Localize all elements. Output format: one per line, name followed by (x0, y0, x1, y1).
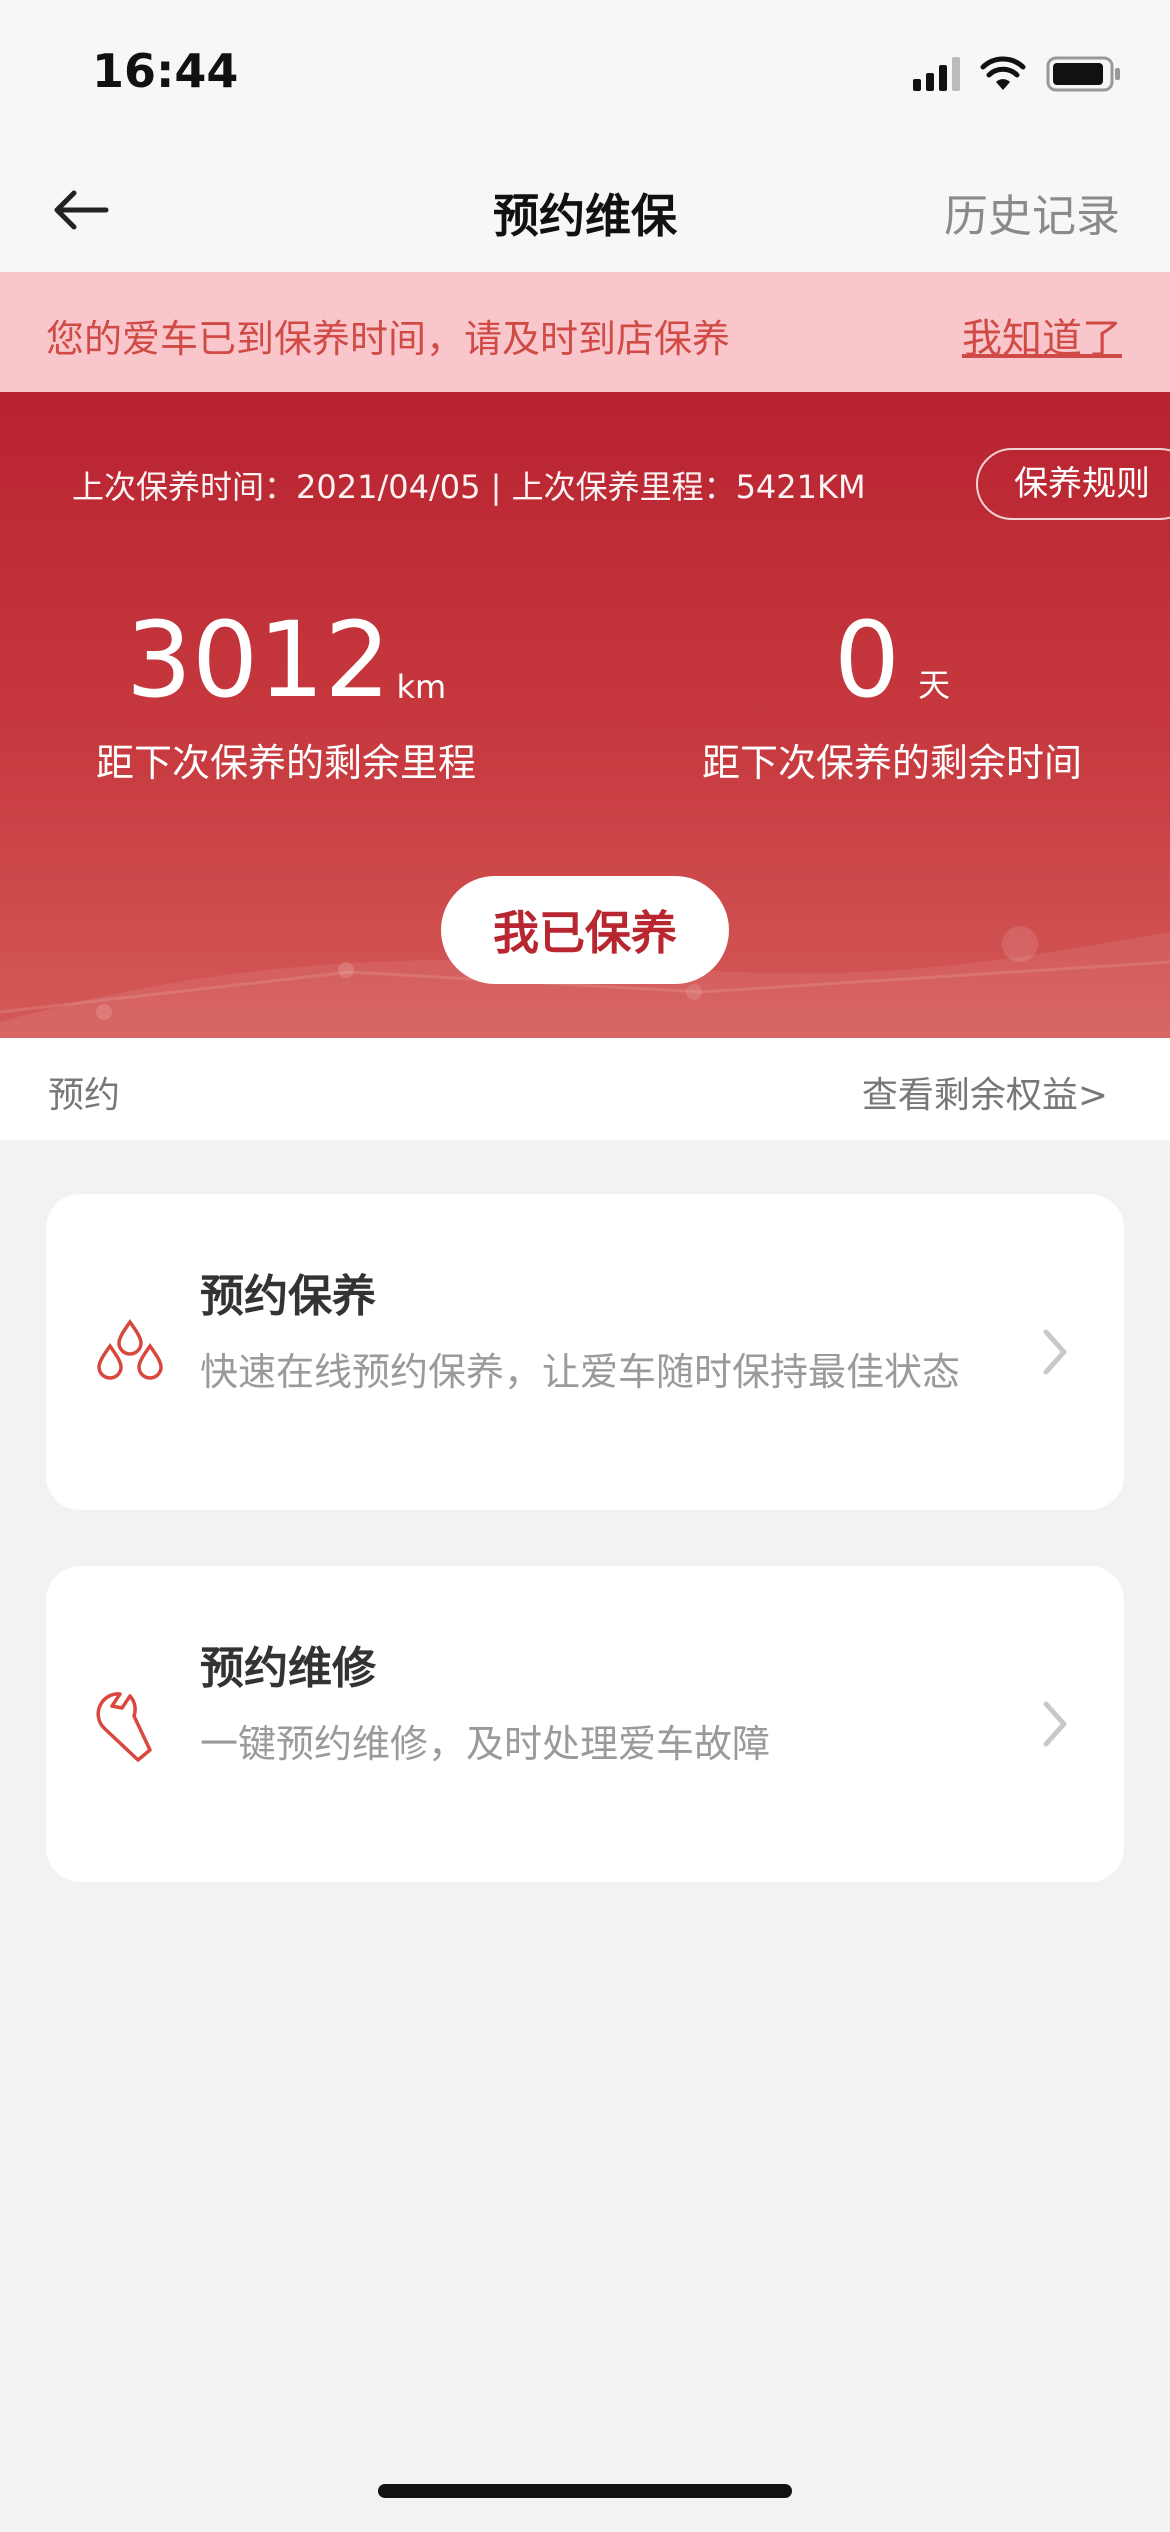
booking-section-header: 预约 查看剩余权益> (0, 1038, 1170, 1140)
remaining-mileage-label: 距下次保养的剩余里程 (95, 741, 476, 785)
battery-icon (1046, 56, 1120, 92)
maintenance-summary-panel: 上次保养时间：2021/04/05 | 上次保养里程：5421KM 保养规则 3… (0, 392, 1170, 1038)
chevron-right-icon (1043, 1701, 1067, 1747)
alert-message: 您的爱车已到保养时间，请及时到店保养 (46, 317, 731, 361)
book-maintenance-card[interactable]: 预约保养 快速在线预约保养，让爱车随时保持最佳状态 (46, 1194, 1124, 1510)
maintenance-rules-button[interactable]: 保养规则 (976, 448, 1170, 520)
history-link[interactable]: 历史记录 (944, 180, 1120, 244)
remaining-benefits-link[interactable]: 查看剩余权益> (862, 1066, 1108, 1118)
card-description: 快速在线预约保养，让爱车随时保持最佳状态 (200, 1350, 961, 1394)
dismiss-alert-link[interactable]: 我知道了 (962, 306, 1122, 364)
card-description: 一键预约维修，及时处理爱车故障 (200, 1722, 771, 1766)
status-icons (913, 52, 1122, 96)
chevron-right-icon (1043, 1329, 1067, 1375)
cellular-signal-icon (913, 57, 960, 91)
water-drops-icon (97, 1318, 163, 1380)
wifi-icon (980, 56, 1026, 90)
remaining-mileage-unit: km (396, 668, 447, 706)
navigation-bar: 预约维保 历史记录 (0, 150, 1170, 272)
status-bar: 16:44 (0, 0, 1170, 150)
remaining-time-label: 距下次保养的剩余时间 (701, 741, 1082, 785)
last-maintenance-info: 上次保养时间：2021/04/05 | 上次保养里程：5421KM (72, 468, 866, 506)
section-title: 预约 (48, 1075, 121, 1116)
card-title: 预约保养 (200, 1271, 376, 1322)
remaining-mileage: 3012 km 距下次保养的剩余里程 (6, 602, 566, 787)
book-repair-card[interactable]: 预约维修 一键预约维修，及时处理爱车故障 (46, 1566, 1124, 1882)
remaining-time: 0 天 距下次保养的剩余时间 (612, 602, 1170, 787)
remaining-time-value: 0 (833, 599, 901, 721)
remaining-mileage-value: 3012 (125, 599, 391, 721)
home-indicator (378, 2484, 792, 2498)
status-time: 16:44 (92, 44, 239, 98)
maintenance-alert-banner: 您的爱车已到保养时间，请及时到店保养 我知道了 (0, 272, 1170, 392)
card-title: 预约维修 (200, 1643, 376, 1694)
maintenance-done-button[interactable]: 我已保养 (441, 876, 729, 984)
wrench-icon (96, 1692, 152, 1762)
remaining-time-unit: 天 (918, 666, 951, 704)
